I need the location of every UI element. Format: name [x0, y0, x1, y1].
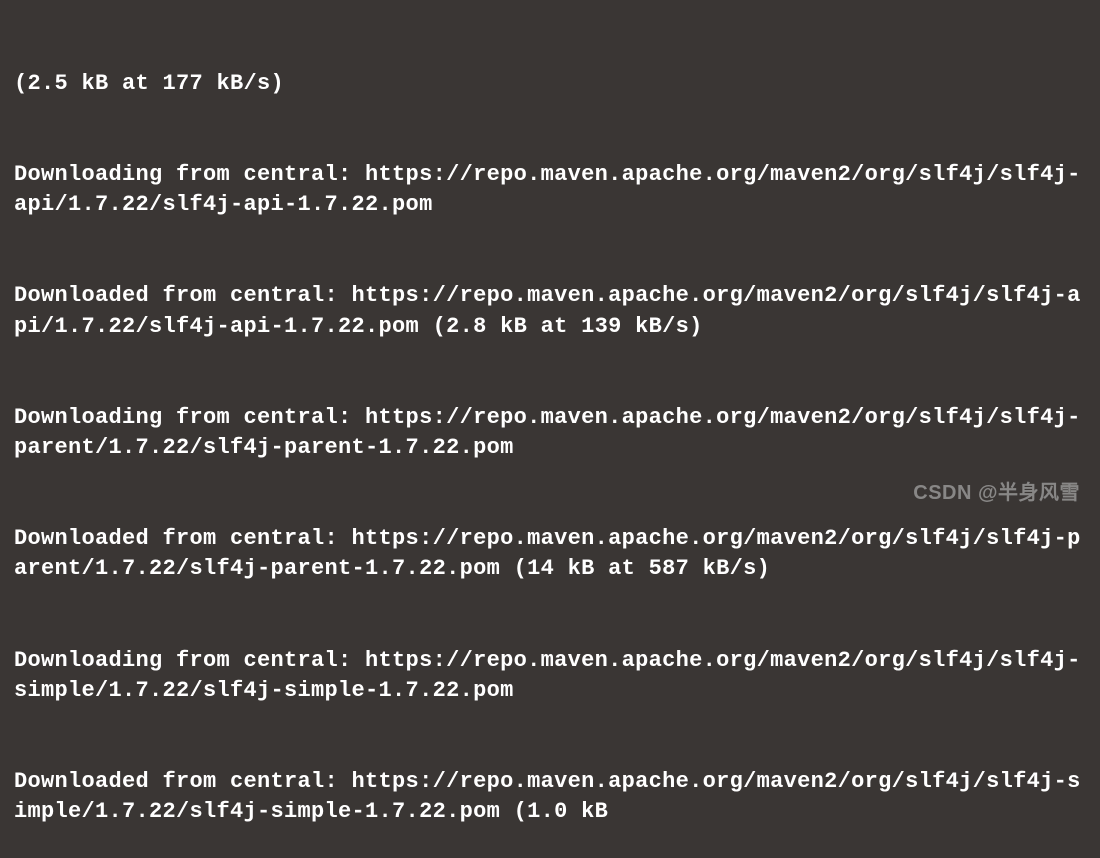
terminal-line: Downloading from central: https://repo.m…: [14, 646, 1086, 707]
terminal-line: Downloading from central: https://repo.m…: [14, 403, 1086, 464]
terminal-line: (2.5 kB at 177 kB/s): [14, 69, 1086, 99]
terminal-line: Downloaded from central: https://repo.ma…: [14, 281, 1086, 342]
terminal-line: Downloaded from central: https://repo.ma…: [14, 524, 1086, 585]
terminal-line: Downloaded from central: https://repo.ma…: [14, 767, 1086, 828]
watermark-text: CSDN @半身风雪: [913, 480, 1080, 508]
terminal-output: (2.5 kB at 177 kB/s) Downloading from ce…: [14, 8, 1086, 858]
terminal-line: Downloading from central: https://repo.m…: [14, 160, 1086, 221]
